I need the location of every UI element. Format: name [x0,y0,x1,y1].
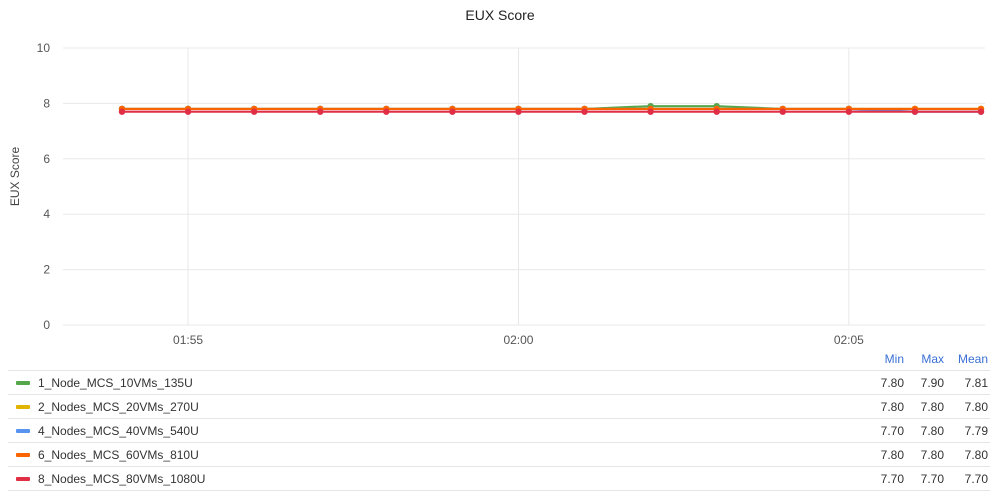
legend-mean-value: 7.80 [964,447,988,462]
legend-mean-value: 7.80 [964,399,988,414]
legend-header-min[interactable]: Min [854,352,904,366]
legend-mean-value: 7.70 [964,471,988,486]
y-axis-label: EUX Score [8,146,22,206]
series-point-5 [977,108,985,115]
series-point-5 [581,108,588,115]
series-point-5 [845,108,853,115]
legend-min-value: 7.70 [880,471,904,486]
legend-color-swatch [16,380,30,385]
y-tick-label: 4 [43,207,50,221]
legend-series-name: 2_Nodes_MCS_20VMs_270U [38,399,199,414]
legend-color-swatch [16,476,30,481]
legend-min-value: 7.80 [880,375,904,390]
x-tick-label: 01:55 [173,333,203,347]
legend-series-name: 1_Node_MCS_10VMs_135U [38,375,193,390]
legend-header: Min Max Mean [8,348,990,371]
x-tick-label: 02:05 [834,333,864,347]
series-point-5 [317,108,324,115]
y-tick-label: 2 [43,263,50,277]
y-tick-label: 0 [43,318,50,332]
series-point-5 [383,108,390,115]
legend-row[interactable]: 1_Node_MCS_10VMs_135U 7.80 7.90 7.81 [8,371,990,395]
legend-max-value: 7.70 [920,471,944,486]
series-point-5 [713,108,720,115]
legend-mean-value: 7.81 [964,375,988,390]
legend-max-value: 7.80 [920,423,944,438]
legend-min-value: 7.70 [880,423,904,438]
y-tick-label: 6 [43,152,50,166]
legend-color-swatch [16,404,30,409]
legend-mean-value: 7.79 [964,423,988,438]
y-tick-label: 10 [37,41,51,55]
x-tick-label: 02:00 [503,333,533,347]
y-tick-label: 8 [43,96,50,110]
legend-series-name: 8_Nodes_MCS_80VMs_1080U [38,471,206,486]
series-point-5 [118,108,126,115]
legend-series-name: 6_Nodes_MCS_60VMs_810U [38,447,199,462]
legend-min-value: 7.80 [880,399,904,414]
legend-header-mean[interactable]: Mean [944,352,990,366]
series-point-5 [515,108,522,115]
legend-series-name: 4_Nodes_MCS_40VMs_540U [38,423,199,438]
legend-color-swatch [16,452,30,457]
legend-row[interactable]: 8_Nodes_MCS_80VMs_1080U 7.70 7.70 7.70 [8,467,990,491]
legend-max-value: 7.80 [920,399,944,414]
legend-row[interactable]: 2_Nodes_MCS_20VMs_270U 7.80 7.80 7.80 [8,395,990,419]
legend-header-max[interactable]: Max [904,352,944,366]
series-point-5 [779,108,786,115]
legend-table: Min Max Mean 1_Node_MCS_10VMs_135U 7.80 7.… [8,348,990,491]
series-point-5 [449,108,456,115]
legend-row[interactable]: 4_Nodes_MCS_40VMs_540U 7.70 7.80 7.79 [8,419,990,443]
legend-max-value: 7.80 [920,447,944,462]
series-point-5 [184,108,192,115]
series-point-5 [250,108,258,115]
line-chart: 0 2 4 6 8 10 01:55 02:00 02:05 EUX Score [8,41,985,347]
legend-min-value: 7.80 [880,447,904,462]
series-point-5 [647,108,654,115]
series-point-5 [911,108,919,115]
legend-row[interactable]: 6_Nodes_MCS_60VMs_810U 7.80 7.80 7.80 [8,443,990,467]
legend-max-value: 7.90 [920,375,944,390]
legend-color-swatch [16,428,30,433]
